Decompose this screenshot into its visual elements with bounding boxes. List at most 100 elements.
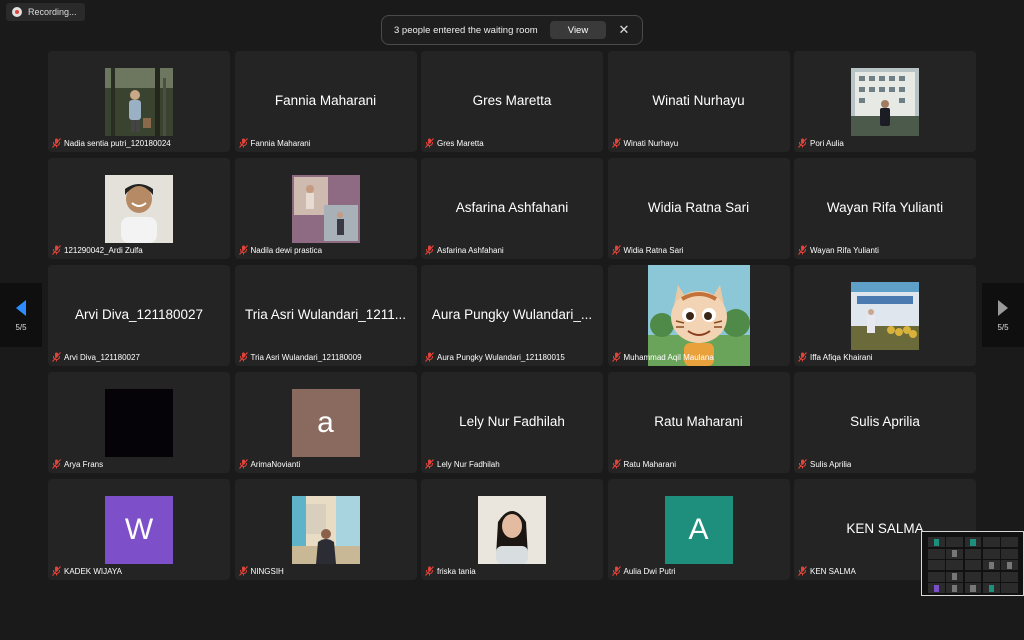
participant-tile[interactable]: W KADEK WIJAYA <box>48 479 230 580</box>
participant-name-label: Asfarina Ashfahani <box>425 244 504 256</box>
microphone-muted-icon <box>611 138 621 148</box>
recording-indicator[interactable]: Recording... <box>6 3 85 21</box>
participant-name-label: Muhammad Aqil Maulana <box>611 351 714 363</box>
microphone-muted-icon <box>52 245 61 255</box>
collage-photo <box>291 175 360 243</box>
participant-tile[interactable]: Nadila dewi prastica <box>234 158 417 259</box>
microphone-muted-icon <box>425 245 434 255</box>
participant-tile[interactable]: Pori Aulia <box>794 51 976 152</box>
microphone-muted-icon <box>238 566 248 576</box>
microphone-muted-icon <box>798 138 807 148</box>
microphone-muted-icon <box>611 566 621 576</box>
participant-name: NINGSIH <box>250 566 284 576</box>
event-stage-photo <box>851 282 919 350</box>
smiling-man-photo <box>105 175 173 243</box>
microphone-muted-icon <box>425 566 434 576</box>
microphone-muted-icon <box>611 245 621 255</box>
participant-display-name: Ratu Maharani <box>654 414 743 429</box>
participant-tile[interactable]: NINGSIH <box>234 479 417 580</box>
participant-name: Nadia sentia putri_120180024 <box>64 138 171 148</box>
microphone-muted-icon <box>425 459 434 469</box>
participant-tile[interactable]: Arvi Diva_121180027 Arvi Diva_121180027 <box>48 265 230 366</box>
participant-display-name: Lely Nur Fadhilah <box>459 414 565 429</box>
participant-tile[interactable]: Arya Frans <box>48 372 230 473</box>
participant-name: ArimaNovianti <box>250 459 301 469</box>
participant-name-label: Arya Frans <box>52 458 103 470</box>
participant-display-name: Sulis Aprilia <box>850 414 920 429</box>
participant-display-name: Aura Pungky Wulandari_... <box>431 307 593 322</box>
participant-tile[interactable]: Asfarina Ashfahani Asfarina Ashfahani <box>421 158 603 259</box>
participant-name-label: Tria Asri Wulandari_121180009 <box>238 351 362 363</box>
participant-name-label: Lely Nur Fadhilah <box>425 458 500 470</box>
participant-tile[interactable]: A Aulia Dwi Putri <box>607 479 790 580</box>
person-forest-photo <box>105 68 173 136</box>
participant-name: Tria Asri Wulandari_121180009 <box>250 352 362 362</box>
participant-tile[interactable]: Muhammad Aqil Maulana <box>607 265 790 366</box>
participant-display-name: Wayan Rifa Yulianti <box>826 200 944 215</box>
microphone-muted-icon <box>611 352 621 362</box>
view-waiting-room-button[interactable]: View <box>550 21 606 39</box>
participant-tile[interactable]: Ratu Maharani Ratu Maharani <box>607 372 790 473</box>
avatar: A <box>664 496 733 564</box>
participant-name-label: Nadila dewi prastica <box>238 244 323 256</box>
participant-name: Nadila dewi prastica <box>250 245 323 255</box>
participant-name-label: KADEK WIJAYA <box>52 565 122 577</box>
microphone-muted-icon <box>425 352 434 362</box>
participant-tile[interactable]: Widia Ratna Sari Widia Ratna Sari <box>607 158 790 259</box>
participant-name: Ratu Maharani <box>623 459 676 469</box>
participant-tile[interactable]: Lely Nur Fadhilah Lely Nur Fadhilah <box>421 372 603 473</box>
participant-tile[interactable]: Fannia Maharani Fannia Maharani <box>234 51 417 152</box>
participant-name-label: Ratu Maharani <box>611 458 676 470</box>
gallery-thumbnail-preview[interactable] <box>921 531 1024 596</box>
microphone-muted-icon <box>238 138 248 148</box>
microphone-muted-icon <box>238 245 248 255</box>
participant-display-name: Gres Maretta <box>472 93 552 108</box>
participant-tile[interactable]: Winati Nurhayu Winati Nurhayu <box>607 51 790 152</box>
notification-message: 3 people entered the waiting room <box>394 24 538 36</box>
participant-name: KADEK WIJAYA <box>64 566 122 576</box>
participant-tile[interactable]: Tria Asri Wulandari_1211... Tria Asri Wul… <box>234 265 417 366</box>
participant-tile[interactable]: Sulis Aprilia Sulis Aprilia <box>794 372 976 473</box>
participant-name-label: ArimaNovianti <box>238 458 301 470</box>
recording-icon <box>12 7 22 17</box>
close-icon[interactable]: ✕ <box>618 22 630 38</box>
participant-tile[interactable]: Gres Maretta Gres Maretta <box>421 51 603 152</box>
participant-name: 121290042_Ardi Zulfa <box>64 245 143 255</box>
participant-name-label: Wayan Rifa Yulianti <box>798 244 879 256</box>
page-indicator-right: 5/5 <box>997 322 1009 332</box>
participant-name: Wayan Rifa Yulianti <box>810 245 879 255</box>
participant-name-label: Sulis Aprilia <box>798 458 851 470</box>
participant-display-name: Tria Asri Wulandari_1211... <box>244 307 407 322</box>
participant-name-label: Widia Ratna Sari <box>611 244 684 256</box>
participant-tile[interactable]: Aura Pungky Wulandari_... Aura Pungky Wul… <box>421 265 603 366</box>
participant-name-label: Aulia Dwi Putri <box>611 565 676 577</box>
arrow-left-icon <box>16 299 26 316</box>
participant-tile[interactable]: 121290042_Ardi Zulfa <box>48 158 230 259</box>
participant-name-label: Arvi Diva_121180027 <box>52 351 140 363</box>
participant-tile[interactable]: Iffa Afiqa Khairani <box>794 265 976 366</box>
participant-tile[interactable]: friska tania <box>421 479 603 580</box>
microphone-muted-icon <box>238 459 248 469</box>
participant-name: friska tania <box>437 566 476 576</box>
microphone-muted-icon <box>425 138 434 148</box>
participant-display-name: Asfarina Ashfahani <box>455 200 569 215</box>
participant-name-label: friska tania <box>425 565 476 577</box>
participant-name: Asfarina Ashfahani <box>437 245 504 255</box>
participant-name-label: Aura Pungky Wulandari_121180015 <box>425 351 565 363</box>
participant-name: Aulia Dwi Putri <box>623 566 676 576</box>
participant-name-label: Winati Nurhayu <box>611 137 678 149</box>
participant-name: Fannia Maharani <box>250 138 311 148</box>
thumbnail-grid <box>928 537 1018 593</box>
participant-name: Widia Ratna Sari <box>623 245 684 255</box>
participant-name: Aura Pungky Wulandari_121180015 <box>437 352 565 362</box>
recording-label: Recording... <box>28 7 77 17</box>
microphone-muted-icon <box>52 459 61 469</box>
participant-tile[interactable]: a ArimaNovianti <box>234 372 417 473</box>
next-page-button[interactable]: 5/5 <box>982 283 1024 347</box>
participant-name-label: NINGSIH <box>238 565 284 577</box>
page-indicator-left: 5/5 <box>15 322 27 332</box>
previous-page-button[interactable]: 5/5 <box>0 283 42 347</box>
participant-tile[interactable]: Nadia sentia putri_120180024 <box>48 51 230 152</box>
participant-grid: Nadia sentia putri_120180024 Fannia Mahar… <box>48 51 976 580</box>
participant-tile[interactable]: Wayan Rifa Yulianti Wayan Rifa Yulianti <box>794 158 976 259</box>
